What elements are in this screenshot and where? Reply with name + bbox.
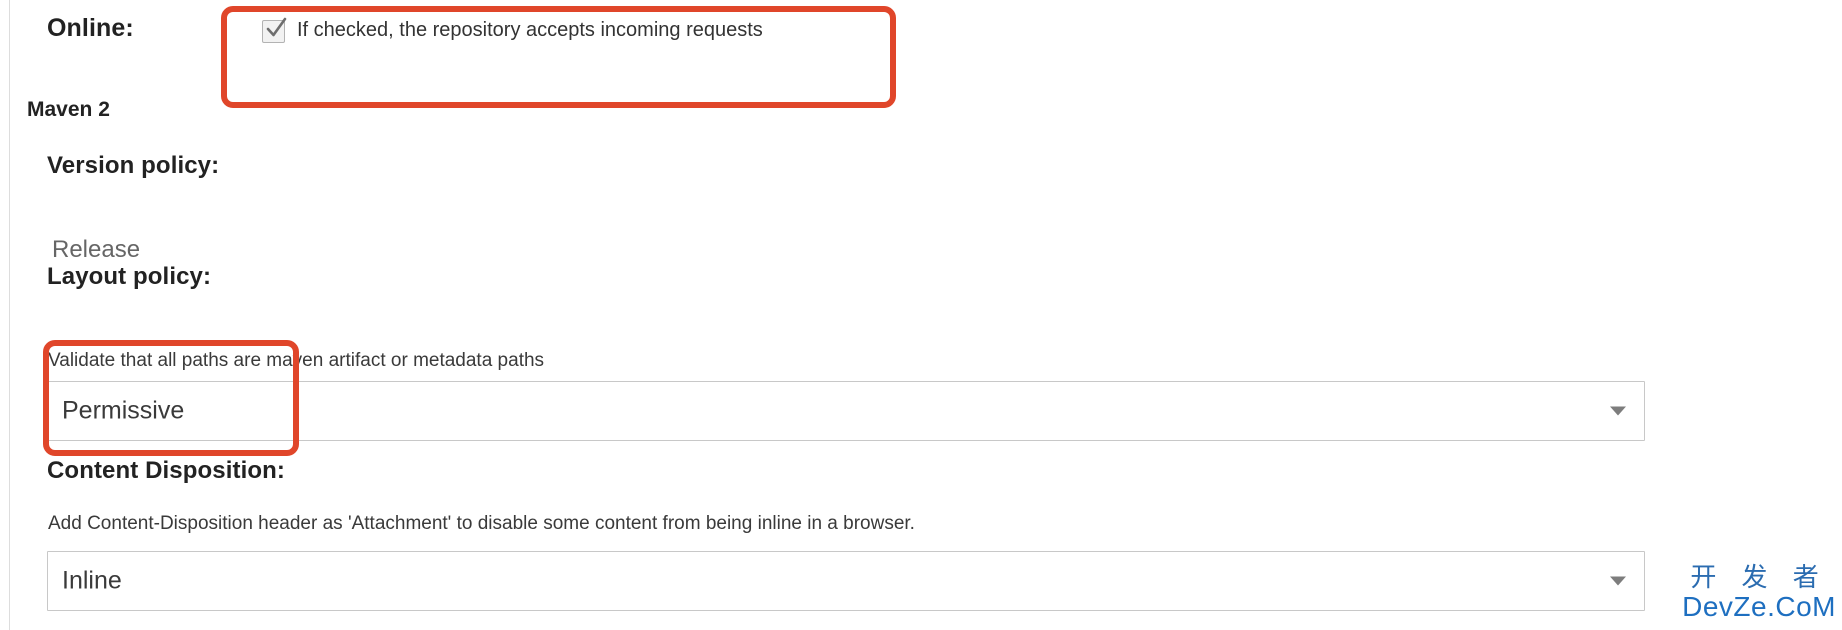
layout-policy-description: Validate that all paths are maven artifa… bbox=[48, 350, 545, 371]
watermark-latin: DevZe.CoM bbox=[1682, 591, 1836, 622]
chevron-down-icon[interactable] bbox=[1610, 576, 1626, 586]
online-checkbox[interactable] bbox=[262, 17, 287, 43]
online-field-row: Online: If checked, the repository accep… bbox=[0, 0, 1842, 112]
watermark-chinese: 开 发 者 bbox=[1690, 562, 1828, 592]
version-policy-value: Release bbox=[52, 236, 141, 263]
section-heading-maven2: Maven 2 bbox=[27, 98, 110, 121]
version-policy-label: Version policy: bbox=[47, 152, 220, 179]
online-label: Online: bbox=[47, 14, 134, 42]
layout-policy-select[interactable]: Permissive bbox=[47, 381, 1645, 441]
online-checkbox-group[interactable]: If checked, the repository accepts incom… bbox=[262, 17, 763, 43]
layout-policy-selected-value: Permissive bbox=[62, 396, 185, 425]
chevron-down-icon[interactable] bbox=[1610, 406, 1626, 416]
online-checkbox-label: If checked, the repository accepts incom… bbox=[297, 19, 763, 41]
content-disposition-selected-value: Inline bbox=[62, 566, 122, 595]
content-disposition-label: Content Disposition: bbox=[47, 457, 285, 484]
check-icon bbox=[266, 17, 287, 37]
content-disposition-select[interactable]: Inline bbox=[47, 551, 1645, 611]
watermark: 开 发 者 DevZe.CoM bbox=[1682, 562, 1836, 622]
content-disposition-description: Add Content-Disposition header as 'Attac… bbox=[48, 513, 915, 534]
layout-policy-label: Layout policy: bbox=[47, 263, 212, 290]
